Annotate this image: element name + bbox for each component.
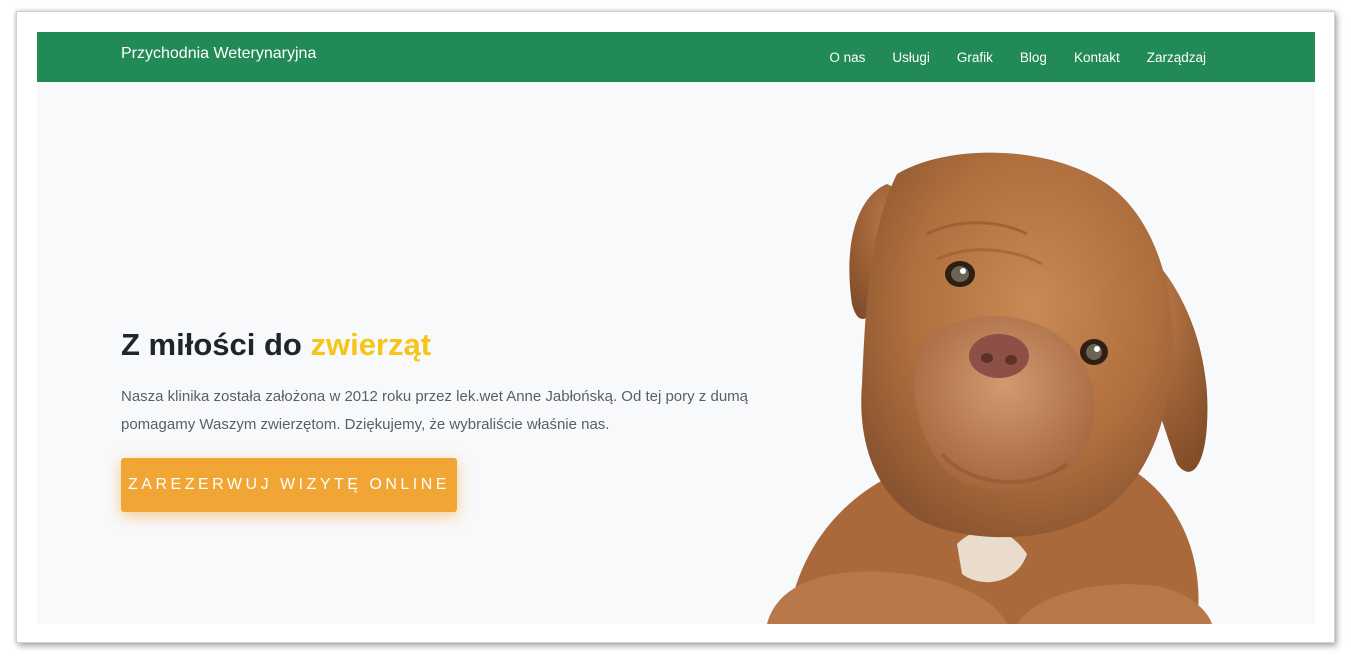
hero-title: Z miłości do zwierząt	[121, 326, 771, 363]
brand-logo-link[interactable]: Przychodnia Weterynaryjna	[121, 45, 316, 63]
hero-title-main: Z miłości do	[121, 327, 311, 362]
hero-section: Z miłości do zwierząt Nasza klinika zost…	[121, 326, 771, 439]
book-visit-button[interactable]: ZAREZERWUJ WIZYTĘ ONLINE	[121, 458, 457, 512]
nav-link-uslugi[interactable]: Usługi	[892, 50, 930, 65]
nav-link-o-nas[interactable]: O nas	[829, 50, 865, 65]
nav-link-blog[interactable]: Blog	[1020, 50, 1047, 65]
nav-link-kontakt[interactable]: Kontakt	[1074, 50, 1120, 65]
hero-title-accent: zwierząt	[310, 327, 432, 362]
screenshot-frame: Przychodnia Weterynaryjna O nas Usługi G…	[16, 11, 1335, 643]
puppy-image	[767, 152, 1212, 624]
top-navbar: Przychodnia Weterynaryjna O nas Usługi G…	[37, 32, 1315, 82]
nav-link-zarzadzaj[interactable]: Zarządzaj	[1147, 50, 1206, 65]
hero-description: Nasza klinika została założona w 2012 ro…	[121, 388, 748, 434]
nav-link-grafik[interactable]: Grafik	[957, 50, 993, 65]
nav-links: O nas Usługi Grafik Blog Kontakt Zarządz…	[829, 32, 1206, 82]
website-page: Przychodnia Weterynaryjna O nas Usługi G…	[37, 32, 1315, 624]
